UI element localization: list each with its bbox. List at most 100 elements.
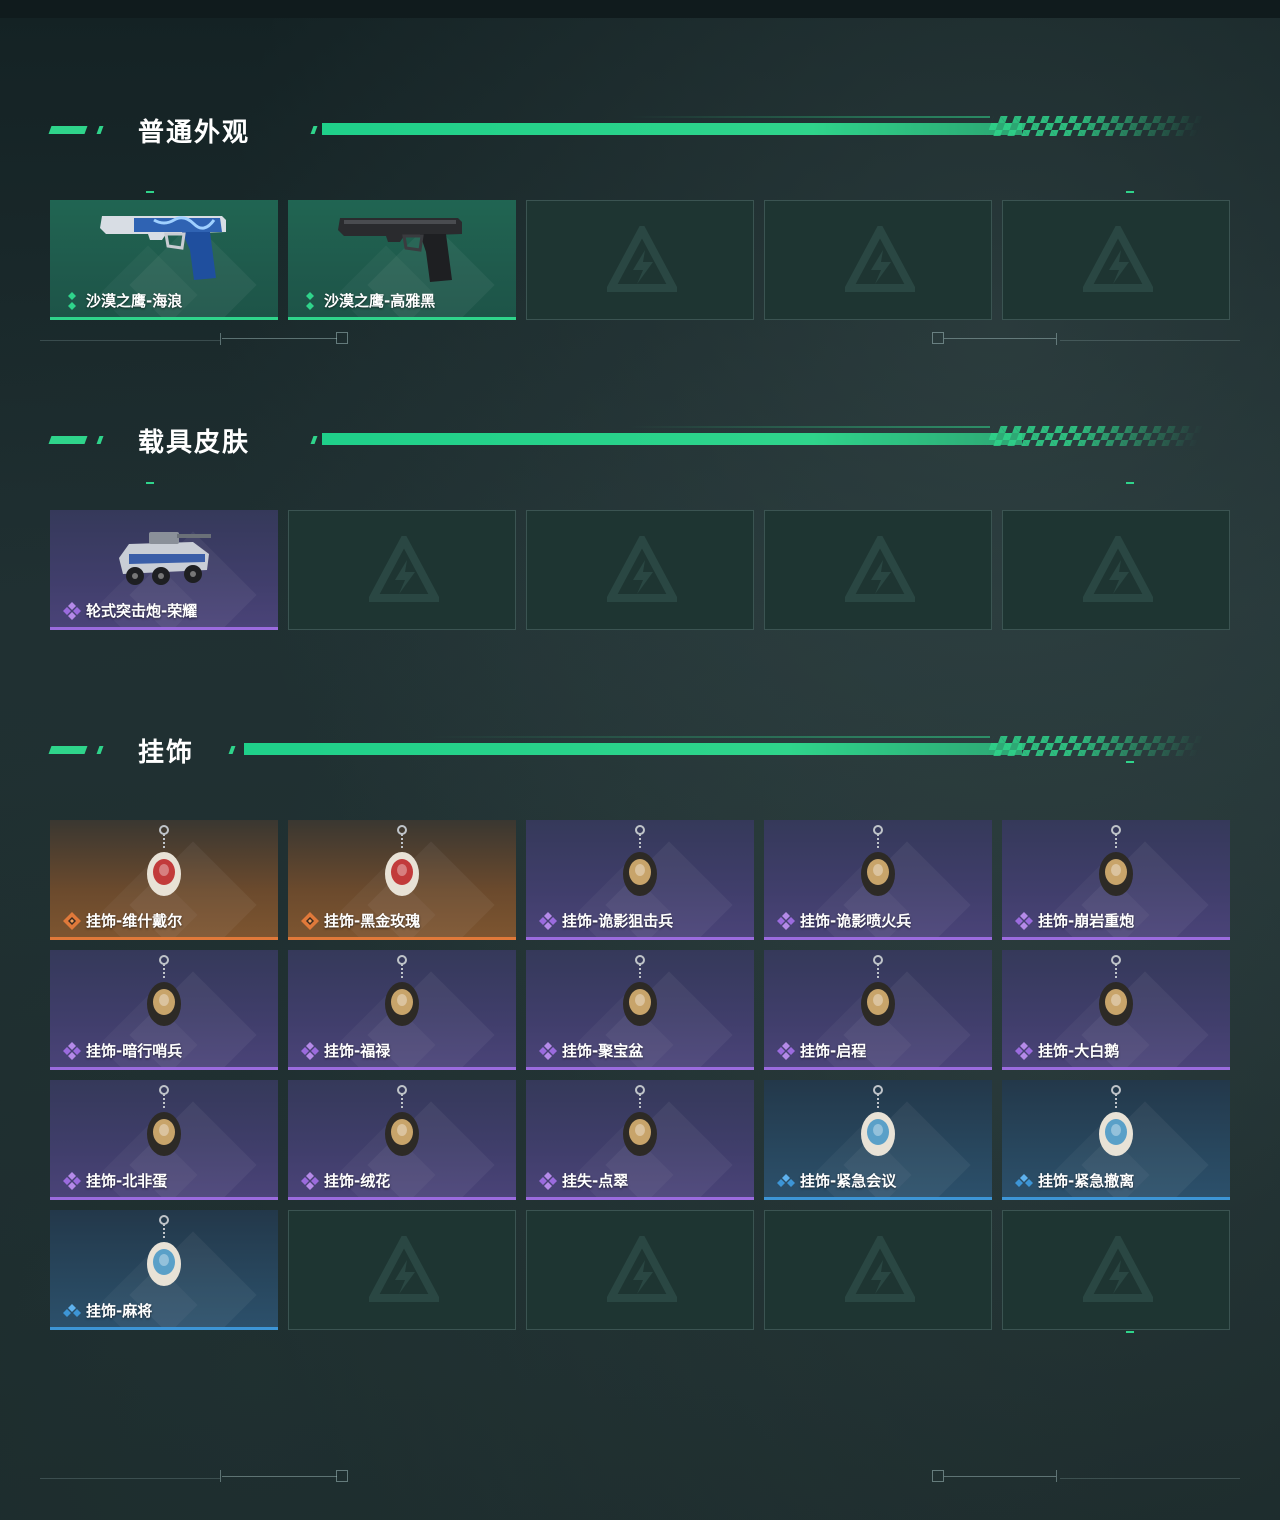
rarity-green-icon — [62, 291, 82, 311]
charm-flower-icon — [385, 1085, 419, 1156]
game-logo-icon — [607, 536, 677, 606]
rarity-purple-icon — [62, 1041, 82, 1061]
rarity-purple-icon — [300, 1041, 320, 1061]
item-card[interactable]: 挂饰-大白鹅 — [1002, 950, 1230, 1070]
rarity-green-icon — [300, 291, 320, 311]
item-name: 挂饰-麻将 — [86, 1302, 153, 1320]
item-name: 轮式突击炮-荣耀 — [86, 602, 198, 620]
rarity-blue-icon — [776, 1171, 796, 1191]
charm-mahjong-icon — [147, 1215, 181, 1286]
item-card[interactable]: 沙漠之鹰-海浪 — [50, 200, 278, 320]
rarity-purple-icon — [1014, 911, 1034, 931]
rarity-orange-icon — [300, 911, 320, 931]
item-name: 挂饰-崩岩重炮 — [1038, 912, 1135, 930]
item-card[interactable]: 挂饰-诡影狙击兵 — [526, 820, 754, 940]
game-logo-icon — [845, 536, 915, 606]
charm-goose-icon — [1099, 955, 1133, 1026]
section-title: 普通外观 — [138, 118, 251, 148]
item-name: 挂饰-黑金玫瑰 — [324, 912, 421, 930]
charm-rose-emblem-icon — [385, 825, 419, 896]
rarity-purple-icon — [776, 911, 796, 931]
charm-exit-icon — [1099, 1085, 1133, 1156]
empty-slot — [1002, 200, 1230, 320]
item-name: 挂饰-紧急会议 — [800, 1172, 897, 1190]
item-card[interactable]: 挂饰-崩岩重炮 — [1002, 820, 1230, 940]
game-logo-icon — [1083, 1236, 1153, 1306]
rarity-purple-icon — [776, 1041, 796, 1061]
charm-flamer-icon — [861, 825, 895, 896]
item-card[interactable]: 挂饰-紧急会议 — [764, 1080, 992, 1200]
charm-ring-icon — [861, 955, 895, 1026]
empty-slot — [526, 200, 754, 320]
empty-slot — [1002, 1210, 1230, 1330]
grid-charms: 挂饰-维什戴尔 挂饰-黑金玫瑰 挂饰-诡影狙击兵 挂饰-诡影喷火兵 挂饰-崩岩重炮 挂饰-… — [50, 820, 1230, 1330]
rarity-purple-icon — [62, 1171, 82, 1191]
charm-card-icon — [147, 825, 181, 896]
armored-vehicle-icon — [119, 532, 211, 585]
item-card[interactable]: 挂饰-聚宝盆 — [526, 950, 754, 1070]
section-header-vehicle-skins: 载具皮肤 — [48, 426, 1204, 458]
item-card[interactable]: 挂饰-麻将 — [50, 1210, 278, 1330]
rarity-purple-icon — [538, 1171, 558, 1191]
empty-slot — [764, 200, 992, 320]
game-logo-icon — [1083, 226, 1153, 296]
charm-shakshuka-icon — [147, 1085, 181, 1156]
item-name: 沙漠之鹰-海浪 — [86, 292, 183, 310]
item-name: 挂饰-暗行哨兵 — [86, 1042, 183, 1060]
game-logo-icon — [369, 536, 439, 606]
grid-vehicle-skins: 轮式突击炮-荣耀 — [50, 510, 1230, 630]
charm-sentry-icon — [147, 955, 181, 1026]
charm-treasure-icon — [623, 955, 657, 1026]
item-card[interactable]: 挂饰-紧急撤离 — [1002, 1080, 1230, 1200]
top-bar — [0, 0, 1280, 18]
item-card[interactable]: 挂饰-维什戴尔 — [50, 820, 278, 940]
rarity-blue-icon — [62, 1301, 82, 1321]
item-name: 挂饰-紧急撤离 — [1038, 1172, 1135, 1190]
rarity-purple-icon — [62, 601, 82, 621]
empty-slot — [288, 510, 516, 630]
item-card[interactable]: 挂饰-诡影喷火兵 — [764, 820, 992, 940]
charm-rock-icon — [1099, 825, 1133, 896]
game-logo-icon — [369, 1236, 439, 1306]
rarity-purple-icon — [538, 911, 558, 931]
item-name: 挂饰-聚宝盆 — [562, 1042, 644, 1060]
game-logo-icon — [607, 226, 677, 296]
section-title: 载具皮肤 — [138, 428, 251, 458]
empty-slot — [526, 510, 754, 630]
rarity-purple-icon — [1014, 1041, 1034, 1061]
empty-slot — [764, 1210, 992, 1330]
rarity-blue-icon — [1014, 1171, 1034, 1191]
item-card[interactable]: 挂饰-福禄 — [288, 950, 516, 1070]
rarity-purple-icon — [300, 1171, 320, 1191]
rarity-orange-icon — [62, 911, 82, 931]
item-name: 挂饰-启程 — [800, 1042, 867, 1060]
item-card[interactable]: 轮式突击炮-荣耀 — [50, 510, 278, 630]
item-name: 挂饰-维什戴尔 — [86, 912, 183, 930]
item-card[interactable]: 沙漠之鹰-高雅黑 — [288, 200, 516, 320]
pistol-blue-icon — [100, 216, 226, 280]
empty-slot — [526, 1210, 754, 1330]
item-name: 沙漠之鹰-高雅黑 — [324, 292, 436, 310]
item-name: 挂饰-诡影喷火兵 — [800, 912, 912, 930]
item-name: 挂饰-大白鹅 — [1038, 1042, 1120, 1060]
item-card[interactable]: 挂饰-启程 — [764, 950, 992, 1070]
item-card[interactable]: 挂饰-北非蛋 — [50, 1080, 278, 1200]
empty-slot — [1002, 510, 1230, 630]
empty-slot — [288, 1210, 516, 1330]
charm-phoenix-icon — [623, 1085, 657, 1156]
empty-slot — [764, 510, 992, 630]
item-card[interactable]: 挂饰-绒花 — [288, 1080, 516, 1200]
grid-normal-skins: 沙漠之鹰-海浪 沙漠之鹰-高雅黑 — [50, 200, 1230, 320]
rarity-purple-icon — [538, 1041, 558, 1061]
item-card[interactable]: 挂饰-暗行哨兵 — [50, 950, 278, 1070]
pistol-black-icon — [338, 218, 462, 282]
item-name: 挂饰-绒花 — [324, 1172, 391, 1190]
item-name: 挂饰-北非蛋 — [86, 1172, 168, 1190]
item-name: 挂饰-福禄 — [324, 1042, 391, 1060]
section-title: 挂饰 — [138, 738, 195, 768]
charm-meeting-icon — [861, 1085, 895, 1156]
item-card[interactable]: 挂失-点翠 — [526, 1080, 754, 1200]
game-logo-icon — [1083, 536, 1153, 606]
charm-sniper-icon — [623, 825, 657, 896]
item-card[interactable]: 挂饰-黑金玫瑰 — [288, 820, 516, 940]
